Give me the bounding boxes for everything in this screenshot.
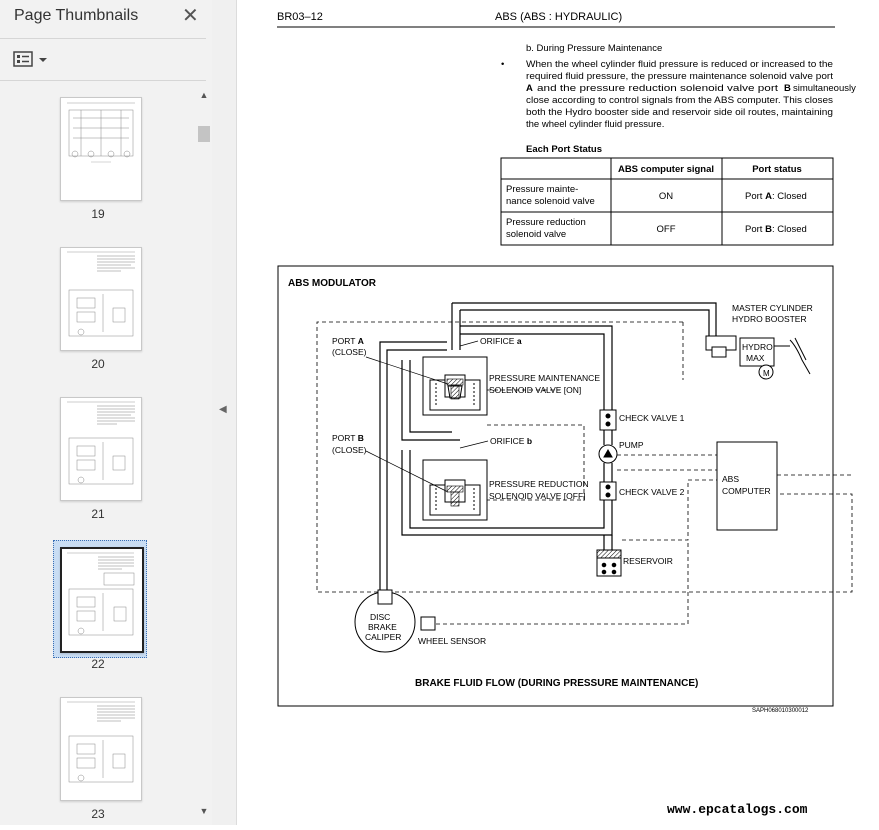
thumbnail-page-number: 20 (91, 357, 105, 371)
header-page-code: BR03–12 (277, 11, 323, 23)
chevron-left-icon: ◀ (219, 404, 227, 415)
caliper-port (377, 589, 393, 605)
body-line: and the pressure reduction solenoid valv… (537, 83, 778, 94)
port-a-label: PORT A (332, 336, 364, 346)
motor-label: M (763, 369, 770, 378)
header-section-title: ABS (ABS : HYDRAULIC) (495, 11, 622, 23)
page-thumbnail-image (67, 701, 135, 783)
pr-valve-label: SOLENOID VALVE [OFF] (489, 491, 586, 501)
page-thumbnail-image (67, 401, 135, 485)
scroll-down-icon[interactable]: ▼ (197, 806, 211, 820)
port-b-label: PORT B (332, 433, 364, 443)
thumbnail-page-number: 19 (91, 207, 105, 221)
caliper-label: DISC (370, 612, 390, 622)
master-cylinder-label: MASTER CYLINDER (732, 303, 813, 313)
body-line: both the Hydro booster side and reservoi… (526, 107, 833, 118)
page-content: BR03–12 ABS (ABS : HYDRAULIC) b. During … (277, 11, 856, 817)
bullet-glyph: • (501, 59, 504, 70)
port-b-state: (CLOSE) (332, 445, 367, 455)
master-cylinder-label: HYDRO BOOSTER (732, 314, 807, 324)
body-line: required fluid pressure, the pressure ma… (526, 71, 833, 82)
abs-computer-label: COMPUTER (722, 486, 771, 496)
reservoir (596, 549, 622, 577)
orifice-a-label: ORIFICE a (480, 336, 522, 346)
collapse-panel-button[interactable]: ◀ (212, 0, 237, 825)
table-cell: solenoid valve (506, 229, 566, 240)
table-cell: ON (659, 191, 673, 202)
body-line: When the wheel cylinder fluid pressure i… (526, 59, 833, 70)
diagram-caption: BRAKE FLUID FLOW (DURING PRESSURE MAINTE… (415, 678, 698, 689)
table-cell: Port A: Closed (745, 191, 807, 202)
pump-label: PUMP (619, 440, 644, 450)
hydro-label: MAX (746, 353, 765, 363)
close-icon[interactable]: ✕ (182, 3, 199, 28)
table-cell: Pressure reduction (506, 217, 586, 228)
orifice-b-label: ORIFICE b (490, 436, 532, 446)
scroll-up-icon[interactable]: ▲ (197, 90, 211, 104)
divider (0, 38, 206, 39)
page-thumbnail[interactable] (60, 247, 142, 351)
wheel-sensor-label: WHEEL SENSOR (418, 636, 486, 646)
port-a-state: (CLOSE) (332, 347, 367, 357)
thumbnail-page-number: 22 (91, 657, 105, 671)
page-thumbnail-image (67, 102, 135, 163)
page-thumbnail-image (67, 251, 135, 337)
thumbnail-scrollbar[interactable]: ▲ ▼ (197, 90, 211, 825)
table-title: Each Port Status (526, 144, 602, 155)
hydro-label: HYDRO (742, 342, 773, 352)
table-header: ABS computer signal (618, 164, 714, 175)
abs-computer-label: ABS (722, 474, 739, 484)
wheel-sensor (420, 616, 436, 631)
divider (0, 80, 206, 81)
table-cell: Pressure mainte- (506, 184, 578, 195)
signal-lines (436, 389, 852, 625)
body-line: the wheel cylinder fluid pressure. (526, 119, 664, 130)
document-page: BR03–12 ABS (ABS : HYDRAULIC) b. During … (237, 0, 879, 825)
port-b-letter: B (784, 83, 791, 94)
thumbnail-page-number: 23 (91, 807, 105, 821)
page-thumbnail[interactable] (60, 97, 142, 201)
thumbnail-page-number: 21 (91, 507, 105, 521)
page-thumbnail[interactable] (60, 697, 142, 801)
thumbnail-options-button[interactable] (13, 50, 53, 70)
pm-valve-label: SOLENOID VALVE [ON] (489, 385, 581, 395)
fluid-pipes (379, 302, 717, 590)
caliper-label: CALIPER (365, 632, 401, 642)
check-valve-2-label: CHECK VALVE 2 (619, 487, 685, 497)
abs-modulator-diagram: ABS MODULATOR ABS COMPUTER HYDRO MAX M M… (277, 265, 853, 707)
body-line: simultaneously (793, 83, 856, 94)
caliper-label: BRAKE (368, 622, 397, 632)
diagram-title: ABS MODULATOR (288, 278, 377, 289)
table-cell: Port B: Closed (745, 224, 807, 235)
thumbnail-options-icon (13, 51, 47, 67)
reservoir-label: RESERVOIR (623, 556, 673, 566)
leader-lines (365, 340, 489, 493)
table-cell: nance solenoid valve (506, 196, 595, 207)
watermark-text: www.epcatalogs.com (667, 802, 808, 817)
figure-code: SAPH068010300012 (752, 708, 809, 714)
scrollbar-thumb[interactable] (198, 126, 210, 142)
check-valve-2 (599, 481, 617, 501)
page-thumbnail[interactable] (60, 397, 142, 501)
body-line: close according to control signals from … (526, 95, 833, 106)
pump (598, 444, 618, 464)
subsection-heading: b. During Pressure Maintenance (526, 43, 662, 54)
check-valve-1-label: CHECK VALVE 1 (619, 413, 685, 423)
pr-valve-label: PRESSURE REDUCTION (489, 479, 589, 489)
page-thumbnails-panel: Page Thumbnails ✕ 19 20 21 22 23 ▲ ▼ (0, 0, 213, 825)
check-valve-1 (599, 409, 617, 431)
table-cell: OFF (657, 224, 676, 235)
page-thumbnail-selected[interactable] (60, 547, 144, 653)
pm-valve-label: PRESSURE MAINTENANCE (489, 373, 600, 383)
table-header: Port status (752, 164, 802, 175)
page-thumbnail-image (67, 552, 135, 636)
panel-title: Page Thumbnails (14, 7, 139, 24)
port-a-letter: A (526, 83, 533, 94)
